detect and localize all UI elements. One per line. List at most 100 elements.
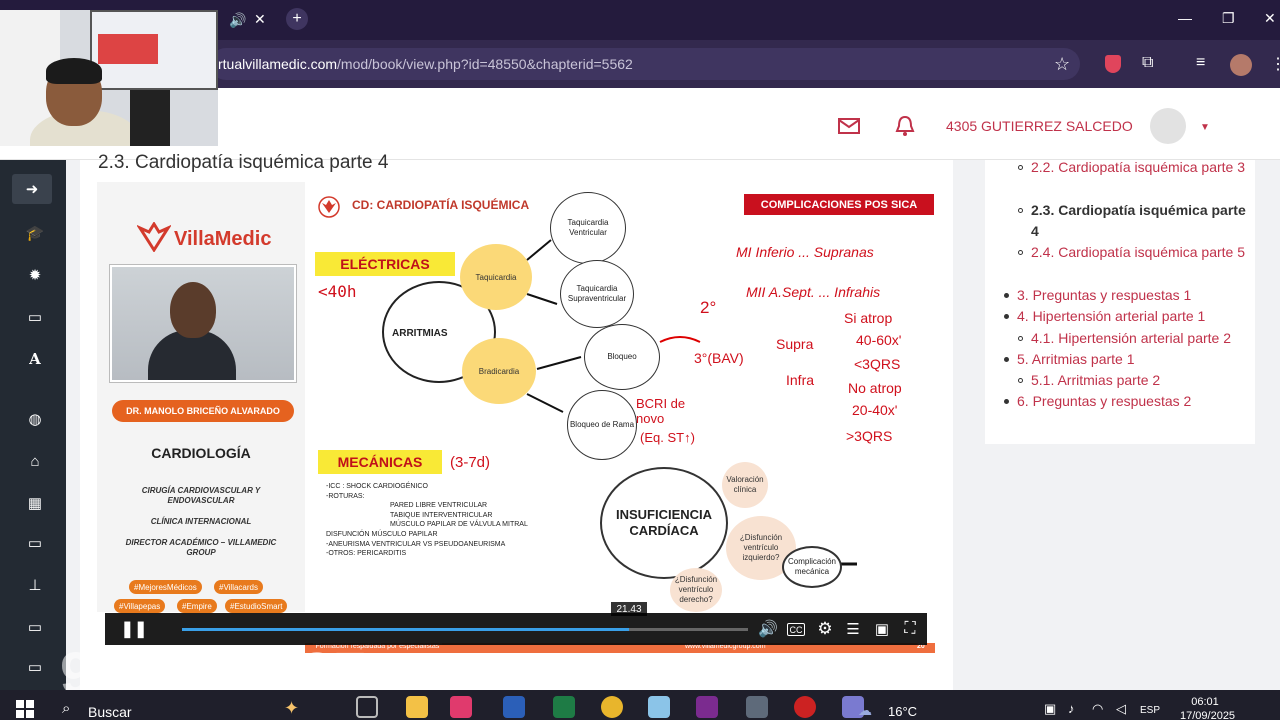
chevron-down-icon[interactable]: ▼ (1200, 122, 1210, 133)
toc-item[interactable]: 4. Hipertensión arterial parte 1 (1017, 306, 1248, 327)
toc-item[interactable]: 5. Arritmias parte 1 (1017, 349, 1248, 370)
handwriting: (Eq. ST↑) (640, 430, 695, 445)
obs-icon[interactable] (794, 696, 816, 718)
temperature[interactable]: 16°C (888, 704, 917, 719)
taskbar-search[interactable]: Buscar (88, 704, 132, 720)
left-sidebar: ➜ 🎓 ✹ ▭ A ◍ ⌂ ▦ ▭ ⊥ ▭ ▭ (0, 160, 66, 690)
tsv-node: Taquicardia Supraventricular (560, 260, 634, 328)
sitemap-icon[interactable]: ⊥ (22, 572, 48, 598)
bloqueo-rama-node: Bloqueo de Rama (567, 390, 637, 460)
folder-icon[interactable]: ▭ (22, 530, 48, 556)
handwriting: MI Inferio ... Supranas (736, 244, 874, 260)
hashtag: #MejoresMédicos (129, 580, 202, 594)
taskview-icon[interactable] (356, 696, 378, 718)
arritmias-label: ARRITMIAS (392, 328, 448, 339)
hashtag: #Villacards (214, 580, 263, 594)
speaker-icon[interactable]: ◁ (1116, 701, 1126, 717)
volume-icon[interactable]: 🔊 (758, 619, 778, 639)
minimize-icon[interactable]: — (1178, 10, 1192, 26)
user-name[interactable]: 4305 GUTIERREZ SALCEDO (946, 118, 1133, 134)
toc-bullet (1004, 357, 1009, 362)
toc-item: 2.3. Cardiopatía isquémica parte 4 (1031, 202, 1246, 239)
graduation-cap-icon[interactable]: 🎓 (22, 220, 48, 246)
handwriting: No atrop (848, 380, 902, 396)
pip-icon[interactable]: ▣ (872, 619, 892, 639)
mail-icon[interactable] (838, 117, 860, 135)
avatar[interactable] (1150, 108, 1186, 144)
wifi-icon[interactable]: ◠ (1092, 701, 1103, 717)
handwriting: 40-60x' (856, 332, 902, 348)
media-icon[interactable]: ≡ (1196, 54, 1205, 72)
folder-icon[interactable]: ▭ (22, 304, 48, 330)
new-tab-icon[interactable]: + (286, 8, 308, 30)
url-text[interactable]: rtualvillamedic.com/mod/book/view.php?id… (218, 56, 633, 72)
captions-icon[interactable]: CC (787, 623, 805, 636)
language-indicator[interactable]: ESP (1140, 705, 1160, 716)
folder-icon[interactable]: ▭ (22, 654, 48, 680)
toc-item[interactable]: 6. Preguntas y respuestas 2 (1017, 391, 1248, 412)
toc-item[interactable]: 5.1. Arritmias parte 2 (1031, 370, 1248, 391)
clock[interactable]: 06:01 17/09/2025 (1180, 695, 1235, 720)
font-icon[interactable]: A (22, 346, 48, 372)
gear-icon[interactable]: ✹ (22, 262, 48, 288)
close-icon[interactable]: ✕ (1264, 10, 1276, 27)
speaker-icon[interactable]: 🔊 (229, 12, 246, 29)
monitor-screen (98, 34, 158, 64)
folder-icon[interactable]: ▭ (22, 614, 48, 640)
snipping-icon[interactable] (648, 696, 670, 718)
meca-item: DISFUNCIÓN MÚSCULO PAPILAR (326, 530, 438, 538)
handwriting: <3QRS (854, 356, 901, 372)
handwriting: Si atrop (844, 310, 893, 326)
url-domain: rtualvillamedic.com (218, 56, 338, 72)
meca-item: TABIQUE INTERVENTRICULAR (390, 511, 493, 519)
bell-icon[interactable] (895, 115, 915, 137)
chrome-icon[interactable] (601, 696, 623, 718)
menu-icon[interactable]: ⋮ (1270, 54, 1280, 74)
hashtag: #Empire (177, 599, 217, 613)
calculator-icon[interactable] (746, 696, 768, 718)
app-icon[interactable] (450, 696, 472, 718)
shield-icon[interactable] (1105, 55, 1121, 73)
onenote-icon[interactable] (696, 696, 718, 718)
transcript-icon[interactable]: ☰ (843, 619, 863, 639)
handwriting: MII A.Sept. ... Infrahis (746, 284, 881, 300)
meca-item: -ANEURISMA VENTRICULAR VS PSEUDOANEURISM… (326, 540, 506, 548)
pause-icon[interactable]: ❚❚ (121, 619, 148, 639)
toc-item[interactable]: 2.4. Cardiopatía isquémica parte 5 (1031, 242, 1248, 263)
toc-item[interactable]: 2.2. Cardiopatía isquémica parte 3 (1031, 157, 1248, 178)
windows-start-icon[interactable] (16, 700, 34, 718)
arrow-right-icon[interactable]: ➜ (12, 174, 52, 204)
close-icon[interactable]: ✕ (254, 11, 266, 28)
star-icon[interactable]: ☆ (1054, 54, 1070, 75)
extensions-icon[interactable]: ⧉ (1142, 54, 1153, 72)
tray-icon[interactable]: ▣ (1044, 701, 1056, 717)
weather-icon: ☁ (858, 702, 872, 718)
file-explorer-icon[interactable] (406, 696, 428, 718)
toc-item[interactable]: 3. Preguntas y respuestas 1 (1017, 285, 1248, 306)
dashboard-icon[interactable]: ◍ (22, 406, 48, 432)
tv-node: Taquicardia Ventricular (550, 192, 626, 264)
logo-emblem (137, 222, 171, 252)
word-icon[interactable] (503, 696, 525, 718)
person-hair (46, 58, 102, 84)
profile-avatar[interactable] (1230, 54, 1252, 76)
maximize-icon[interactable]: ❐ (1222, 10, 1235, 27)
time-tooltip: 21.43 (611, 602, 647, 616)
complicacion-mecanica-node: Complicación mecánica (782, 546, 842, 588)
toc-item[interactable]: 4.1. Hipertensión arterial parte 2 (1031, 328, 1248, 349)
excel-icon[interactable] (553, 696, 575, 718)
calendar-icon[interactable]: ▦ (22, 490, 48, 516)
disf-der-node: ¿Disfunción ventrículo derecho? (670, 568, 722, 612)
meca-item: MÚSCULO PAPILAR DE VÁLVULA MITRAL (390, 521, 528, 529)
tray-icon[interactable]: ♪ (1068, 701, 1075, 716)
fullscreen-icon[interactable]: ⛶ (900, 619, 920, 639)
handwriting: >3QRS (846, 428, 893, 444)
specialty-title: CARDIOLOGÍA (151, 445, 251, 461)
settings-icon[interactable]: ⚙ (815, 619, 835, 639)
sparkle-icon[interactable]: ✦ (284, 698, 299, 719)
insuficiencia-node: INSUFICIENCIA CARDÍACA (600, 467, 728, 579)
hashtag: #EstudioSmart (225, 599, 288, 613)
search-icon[interactable]: ⌕ (62, 700, 70, 717)
bradicardia-node: Bradicardia (462, 338, 536, 404)
home-icon[interactable]: ⌂ (22, 448, 48, 474)
